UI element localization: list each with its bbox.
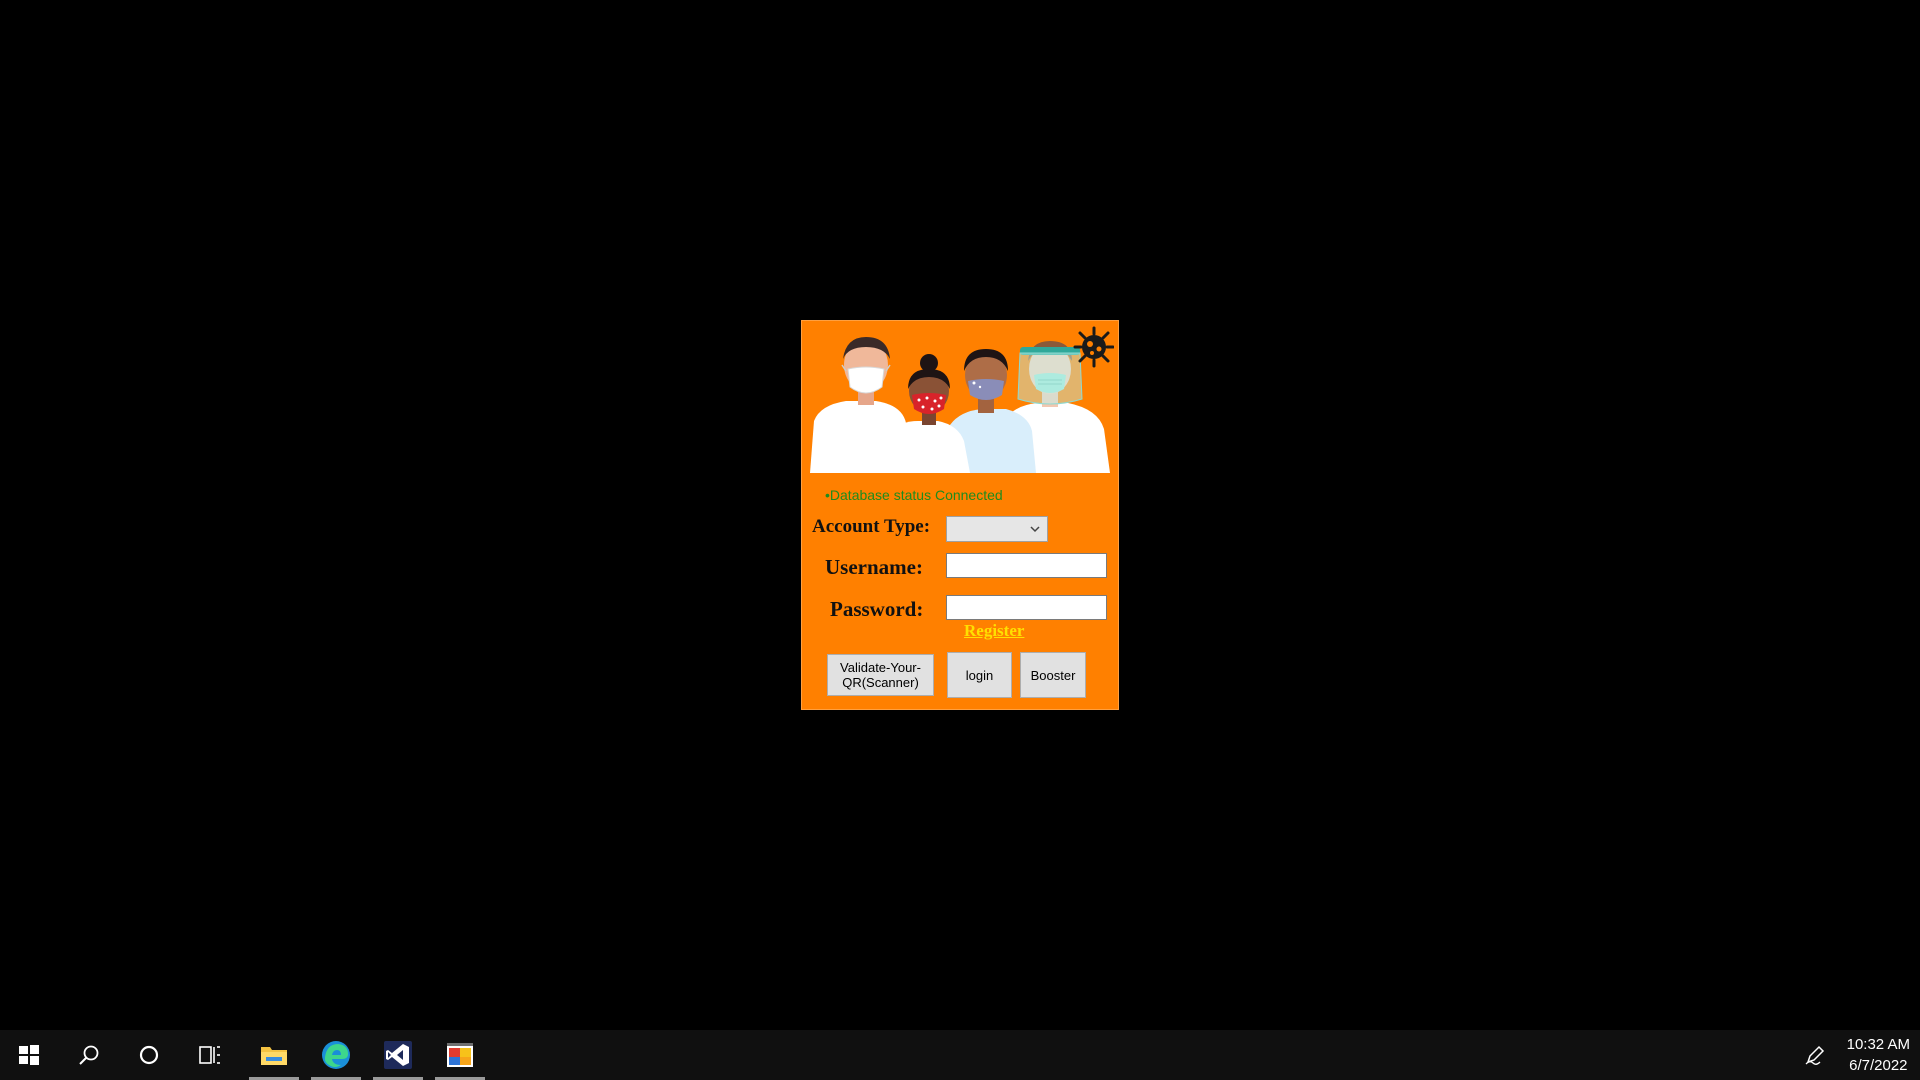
- file-explorer-icon: [261, 1047, 287, 1065]
- masked-people-illustration: [810, 326, 1114, 473]
- pen-workspace-button[interactable]: [1790, 1030, 1840, 1080]
- password-label: Password:: [830, 597, 924, 621]
- taskbar-clock[interactable]: 10:32 AM 6/7/2022: [1847, 1034, 1910, 1076]
- booster-button[interactable]: Booster: [1020, 652, 1086, 698]
- login-button[interactable]: login: [947, 652, 1012, 698]
- desktop: •Database status Connected Account Type:…: [0, 0, 1920, 1030]
- app-window-icon: [447, 1043, 473, 1067]
- taskbar-visual-studio[interactable]: [373, 1030, 423, 1080]
- taskbar-edge-browser[interactable]: [311, 1030, 361, 1080]
- clock-date: 6/7/2022: [1849, 1057, 1908, 1074]
- username-input[interactable]: [946, 553, 1107, 578]
- database-status-text: •Database status Connected: [825, 487, 1003, 503]
- search-icon: [79, 1045, 99, 1065]
- username-label: Username:: [825, 555, 923, 579]
- register-link[interactable]: Register: [964, 621, 1024, 641]
- taskbar-file-explorer[interactable]: [249, 1030, 299, 1080]
- edge-browser-icon: [322, 1041, 350, 1069]
- windows-start-icon: [19, 1045, 39, 1065]
- chevron-down-icon: [1030, 526, 1040, 533]
- taskbar-app-window[interactable]: [435, 1030, 485, 1080]
- account-type-label: Account Type:: [812, 516, 931, 537]
- validate-qr-scanner-button[interactable]: Validate-Your-QR(Scanner): [827, 654, 934, 696]
- taskbar: 10:32 AM 6/7/2022: [0, 1030, 1920, 1080]
- pen-icon: [1805, 1045, 1825, 1065]
- windows-start-button[interactable]: [4, 1030, 54, 1080]
- visual-studio-icon: [384, 1041, 412, 1069]
- search-button[interactable]: [64, 1030, 114, 1080]
- clock-time: 10:32 AM: [1846, 1036, 1910, 1053]
- cortana-button[interactable]: [124, 1030, 174, 1080]
- cortana-icon: [139, 1045, 159, 1065]
- login-window: •Database status Connected Account Type:…: [801, 320, 1119, 710]
- password-input[interactable]: [946, 595, 1107, 620]
- task-view-button[interactable]: [185, 1030, 235, 1080]
- task-view-icon: [199, 1046, 220, 1064]
- account-type-dropdown[interactable]: [946, 516, 1048, 542]
